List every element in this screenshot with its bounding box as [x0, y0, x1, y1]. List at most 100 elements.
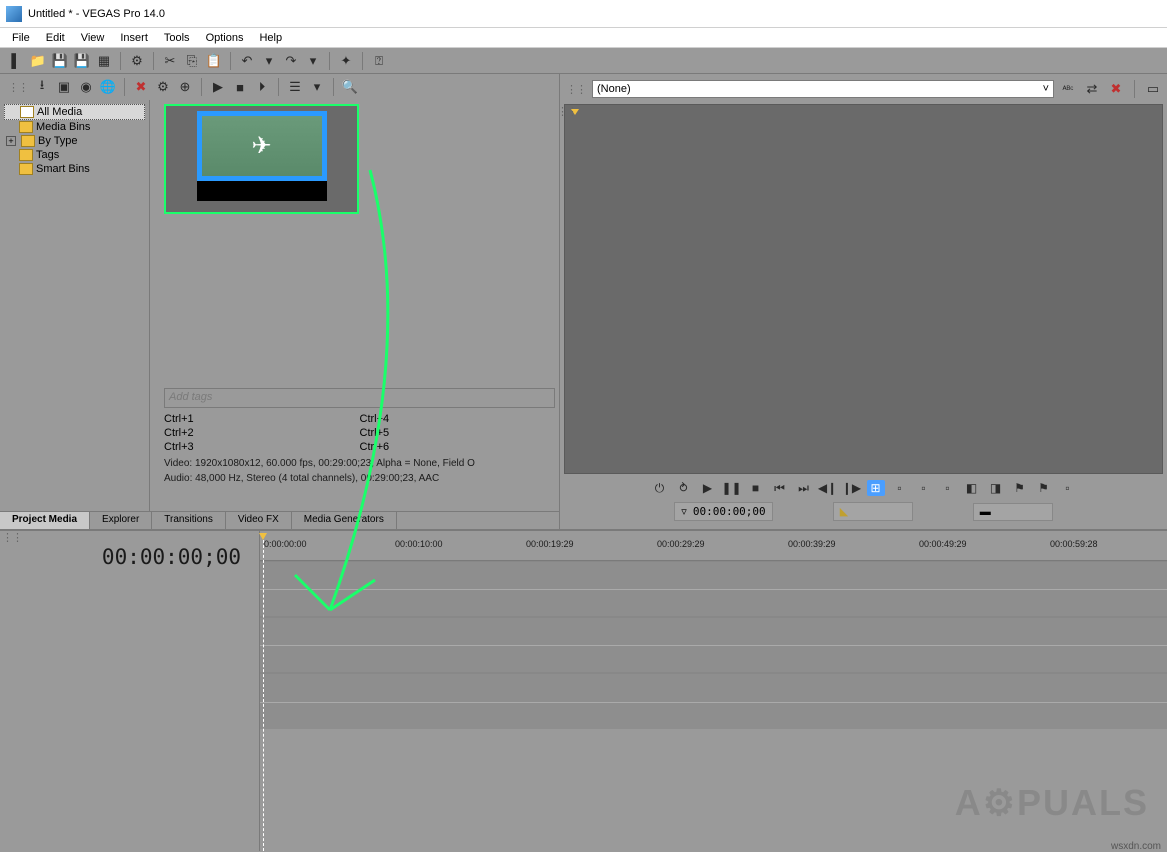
expand-icon[interactable]: + [6, 136, 16, 146]
fx-selector[interactable]: (None) ˅ [592, 80, 1054, 98]
selection-end[interactable]: ▬ [973, 503, 1053, 521]
tab-project-media[interactable]: Project Media [0, 512, 90, 529]
props-icon[interactable]: ⚙ [153, 77, 173, 97]
tree-smart-bins[interactable]: Smart Bins [4, 162, 145, 176]
shortcut[interactable]: Ctrl+6 [360, 440, 556, 454]
undo-icon[interactable]: ↶ [237, 51, 257, 71]
render-icon[interactable]: ▦ [94, 51, 114, 71]
loop-icon[interactable]: ⥁ [675, 480, 693, 496]
views-icon[interactable]: ☰ [285, 77, 305, 97]
timeline-position[interactable]: 00:00:00;00 [0, 531, 259, 577]
shortcut[interactable]: Ctrl+1 [164, 412, 360, 426]
shortcut[interactable]: Ctrl+4 [360, 412, 556, 426]
dock-icon[interactable]: ▭ [1143, 79, 1163, 99]
fx-icon[interactable]: ⊕ [175, 77, 195, 97]
stop-icon[interactable]: ■ [230, 77, 250, 97]
tree-tags[interactable]: Tags [4, 148, 145, 162]
enable-snap-icon[interactable]: ✦ [336, 51, 356, 71]
play-start-icon[interactable]: ▶ [699, 480, 717, 496]
separator [153, 52, 154, 70]
record-icon[interactable]: ⏻ [651, 480, 669, 496]
ruler-tick: 00:00:19:29 [526, 539, 574, 549]
tab-media-generators[interactable]: Media Generators [292, 512, 397, 529]
tool-icon[interactable]: ▫ [891, 480, 909, 496]
video-track[interactable]: ↖ + [260, 561, 1167, 617]
tree-all-media[interactable]: All Media [4, 104, 145, 120]
import-icon[interactable]: ⭳ [32, 77, 52, 97]
grip-icon[interactable]: ⋮⋮ [564, 83, 588, 96]
properties-icon[interactable]: ⚙ [127, 51, 147, 71]
add-tags-input[interactable]: Add tags [164, 388, 555, 408]
shortcut[interactable]: Ctrl+5 [360, 426, 556, 440]
menu-tools[interactable]: Tools [156, 32, 198, 44]
views-drop-icon[interactable]: ▾ [307, 77, 327, 97]
web-icon[interactable]: 🌐 [98, 77, 118, 97]
menu-view[interactable]: View [73, 32, 113, 44]
go-end-icon[interactable]: ⏭ [795, 480, 813, 496]
menu-insert[interactable]: Insert [112, 32, 156, 44]
paste-icon[interactable]: 📋 [204, 51, 224, 71]
save-icon[interactable]: 💾 [50, 51, 70, 71]
redo-drop-icon[interactable]: ▾ [303, 51, 323, 71]
pause-icon[interactable]: ❚❚ [723, 480, 741, 496]
tree-media-bins[interactable]: Media Bins [4, 120, 145, 134]
menu-file[interactable]: File [4, 32, 38, 44]
next-frame-icon[interactable]: ❙▶ [843, 480, 861, 496]
redo-icon[interactable]: ↷ [281, 51, 301, 71]
ruler-tick: 00:00:29:29 [657, 539, 705, 549]
play-icon[interactable]: ▶ [208, 77, 228, 97]
toggle-icon[interactable]: ⇄ [1082, 79, 1102, 99]
prev-frame-icon[interactable]: ◀❙ [819, 480, 837, 496]
tree-label: All Media [37, 106, 82, 118]
grip-icon[interactable]: ⋮⋮ [0, 531, 24, 544]
tool-icon[interactable]: ▫ [915, 480, 933, 496]
normal-edit-icon[interactable]: ⊞ [867, 480, 885, 496]
empty-track[interactable] [260, 673, 1167, 729]
tool-icon[interactable]: ▫ [1059, 480, 1077, 496]
marker-icon[interactable]: ⚑ [1035, 480, 1053, 496]
media-video-info: Video: 1920x1080x12, 60.000 fps, 00:29:0… [164, 458, 555, 469]
stop-icon[interactable]: ■ [747, 480, 765, 496]
menu-options[interactable]: Options [198, 32, 252, 44]
shortcut[interactable]: Ctrl+2 [164, 426, 360, 440]
copy-icon[interactable]: ⎘ [182, 51, 202, 71]
tree-by-type[interactable]: + By Type [4, 134, 145, 148]
open-icon[interactable]: 📁 [28, 51, 48, 71]
undo-drop-icon[interactable]: ▾ [259, 51, 279, 71]
media-audio-info: Audio: 48,000 Hz, Stereo (4 total channe… [164, 473, 555, 484]
menu-edit[interactable]: Edit [38, 32, 73, 44]
tab-video-fx[interactable]: Video FX [226, 512, 292, 529]
abc-icon[interactable]: ᴬᴮᶜ [1058, 79, 1078, 99]
delete-icon[interactable]: ✖ [1106, 79, 1126, 99]
save-as-icon[interactable]: 💾 [72, 51, 92, 71]
tool-icon[interactable]: ◧ [963, 480, 981, 496]
tool-icon[interactable]: ◨ [987, 480, 1005, 496]
tab-explorer[interactable]: Explorer [90, 512, 152, 529]
separator [362, 52, 363, 70]
grip-icon[interactable]: ⋮⋮ [555, 105, 579, 118]
tool-icon[interactable]: ▫ [939, 480, 957, 496]
go-start-icon[interactable]: ⏮ [771, 480, 789, 496]
menu-help[interactable]: Help [251, 32, 290, 44]
next-icon[interactable]: ⏵ [252, 77, 272, 97]
search-icon[interactable]: 🔍 [340, 77, 360, 97]
time-ruler[interactable]: 0:00:00:00 00:00:10:00 00:00:19:29 00:00… [260, 531, 1167, 561]
marker-icon[interactable]: ⚑ [1011, 480, 1029, 496]
ruler-tick: 00:00:59:28 [1050, 539, 1098, 549]
video-preview: ⋮⋮ [564, 104, 1163, 474]
tab-transitions[interactable]: Transitions [152, 512, 226, 529]
remove-icon[interactable]: ✖ [131, 77, 151, 97]
media-clip-thumbnail[interactable] [164, 104, 359, 214]
grip-icon[interactable]: ⋮⋮ [6, 81, 30, 94]
capture-icon[interactable]: ▣ [54, 77, 74, 97]
cursor-timecode[interactable]: ▿ 00:00:00;00 [674, 502, 772, 521]
audio-track[interactable] [260, 617, 1167, 673]
shortcut[interactable]: Ctrl+3 [164, 440, 360, 454]
app-icon [6, 6, 22, 22]
selection-start[interactable]: ◣ [833, 502, 913, 521]
folder-icon [19, 163, 33, 175]
cut-icon[interactable]: ✂ [160, 51, 180, 71]
get-media-icon[interactable]: ◉ [76, 77, 96, 97]
help-icon[interactable]: ⍰ [369, 51, 389, 71]
new-icon[interactable]: ▌ [6, 51, 26, 71]
